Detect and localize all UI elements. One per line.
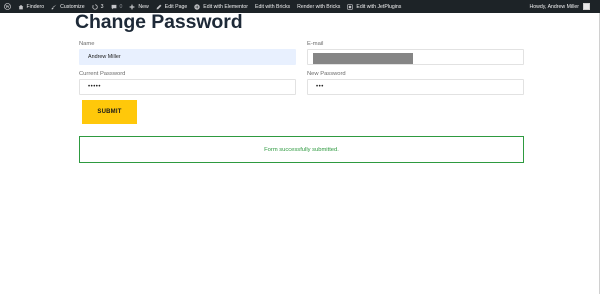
howdy-label: Howdy, Andrew Miller [529, 3, 580, 10]
wordpress-logo-item[interactable]: W [0, 0, 14, 13]
email-field[interactable] [307, 49, 524, 65]
edit-page-label: Edit Page [164, 3, 188, 10]
edit-elementor-label: Edit with Elementor [203, 3, 248, 10]
email-label: E-mail [307, 41, 324, 47]
current-password-label: Current Password [79, 71, 126, 77]
jetplugins-icon [347, 3, 354, 10]
edit-jetplugins-item[interactable]: Edit with JetPlugins [344, 0, 405, 13]
comment-icon [111, 4, 116, 9]
success-message-text: Form successfully submitted. [264, 146, 339, 153]
customize-label: Customize [60, 3, 85, 10]
updates-icon [91, 3, 98, 10]
comments-count: 0 [119, 3, 123, 10]
success-message: Form successfully submitted. [79, 136, 524, 163]
page-title: Change Password [75, 11, 243, 33]
wordpress-icon: W [3, 3, 11, 10]
new-password-value: ••• [316, 84, 324, 90]
site-name-item[interactable]: Findero [14, 0, 48, 13]
edit-jetplugins-label: Edit with JetPlugins [356, 3, 402, 10]
plus-icon [129, 4, 135, 9]
render-bricks-item[interactable]: Render with Bricks [294, 0, 344, 13]
pencil-icon [156, 4, 162, 9]
site-name-label: Findero [26, 3, 45, 10]
current-password-value: ••••• [88, 84, 102, 90]
name-value: Andrew Miller [88, 54, 121, 60]
render-bricks-label: Render with Bricks [297, 3, 341, 10]
home-icon [18, 4, 23, 9]
new-password-label: New Password [307, 71, 346, 77]
name-field[interactable]: Andrew Miller [79, 49, 296, 65]
new-password-field[interactable]: ••• [307, 79, 524, 95]
avatar [583, 3, 590, 10]
submit-button[interactable]: SUBMIT [82, 100, 137, 124]
name-label: Name [79, 41, 95, 47]
brush-icon [51, 4, 57, 9]
current-password-field[interactable]: ••••• [79, 79, 296, 95]
elementor-icon [194, 3, 200, 10]
new-label: New [138, 3, 149, 10]
edit-bricks-item[interactable]: Edit with Bricks [251, 0, 293, 13]
updates-count: 3 [100, 3, 104, 10]
edit-bricks-label: Edit with Bricks [254, 3, 291, 10]
my-account-item[interactable]: Howdy, Andrew Miller [530, 0, 600, 13]
redacted-email-value [313, 53, 413, 64]
